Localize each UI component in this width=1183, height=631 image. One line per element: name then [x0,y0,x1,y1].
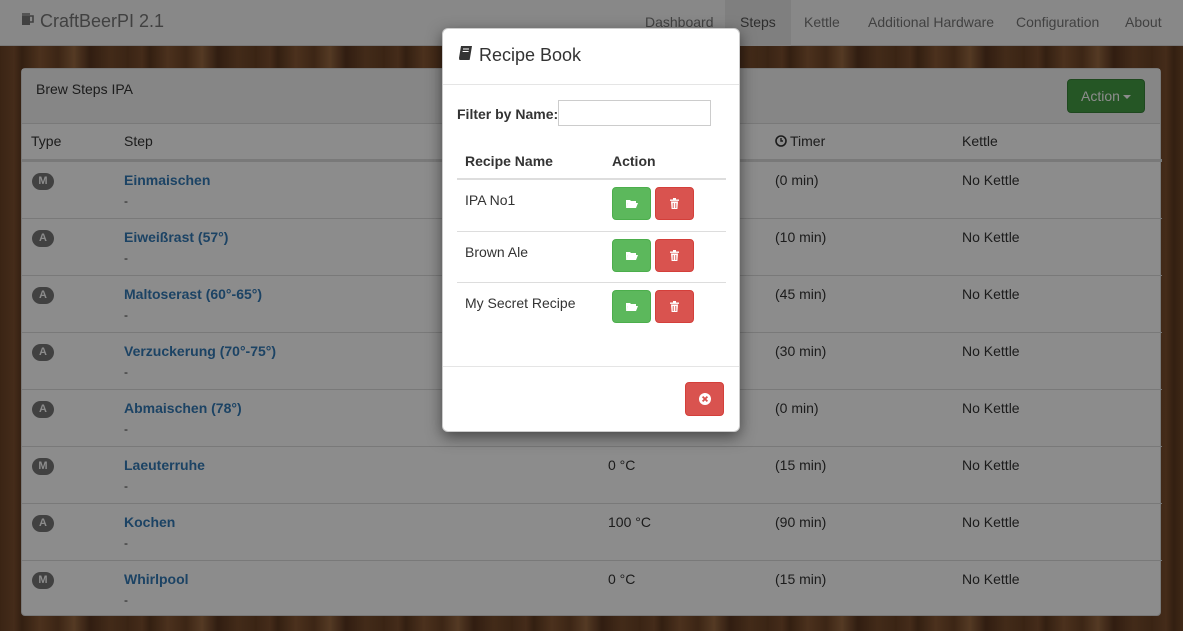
modal-body: Filter by Name: Recipe Name Action IPA N… [443,85,739,368]
recipe-row: My Secret Recipe [457,282,726,333]
recipe-table-header: Recipe Name Action [457,148,726,180]
close-modal-button[interactable] [685,382,724,416]
load-recipe-button[interactable] [612,187,651,220]
modal-header: Recipe Book [443,29,739,85]
recipe-name: My Secret Recipe [465,295,576,311]
trash-icon [670,250,679,261]
delete-recipe-button[interactable] [655,239,694,272]
load-recipe-button[interactable] [612,290,651,323]
filter-name-input[interactable] [558,100,711,126]
recipe-table: Recipe Name Action IPA No1 Brown Ale My Se… [457,148,726,333]
recipe-row: Brown Ale [457,231,726,282]
load-recipe-button[interactable] [612,239,651,272]
modal-title-label: Recipe Book [479,45,582,65]
filter-label: Filter by Name: [457,106,559,122]
header-recipe-name: Recipe Name [465,153,553,169]
folder-open-icon [626,200,638,208]
trash-icon [670,301,679,312]
book-icon [458,45,473,66]
recipe-book-modal: Recipe Book Filter by Name: Recipe Name … [442,28,740,432]
recipe-name: IPA No1 [465,192,516,208]
folder-open-icon [626,252,638,260]
folder-open-icon [626,303,638,311]
recipe-name: Brown Ale [465,244,529,260]
trash-icon [670,198,679,209]
delete-recipe-button[interactable] [655,290,694,323]
recipe-row: IPA No1 [457,180,726,231]
modal-title: Recipe Book [458,45,581,66]
header-action: Action [612,153,656,169]
modal-footer [443,366,739,431]
delete-recipe-button[interactable] [655,187,694,220]
close-circle-icon [698,393,711,405]
